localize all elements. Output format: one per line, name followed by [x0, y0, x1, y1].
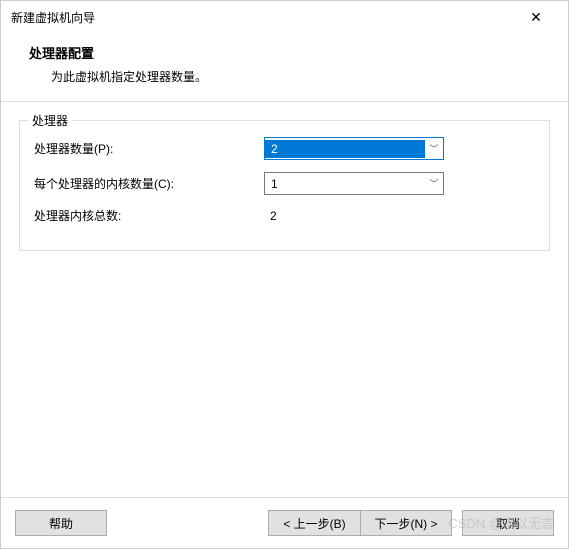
back-button[interactable]: < 上一步(B) [268, 510, 360, 536]
chevron-down-icon: ﹀ [425, 138, 443, 159]
cores-value: 1 [265, 175, 425, 193]
groupbox-label: 处理器 [28, 112, 72, 129]
cores-combo[interactable]: 1 ﹀ [264, 172, 444, 195]
processors-label: 处理器数量(P): [34, 140, 264, 157]
cancel-button[interactable]: 取消 [462, 510, 554, 536]
next-button[interactable]: 下一步(N) > [360, 510, 452, 536]
total-value: 2 [264, 209, 277, 223]
window-title: 新建虚拟机向导 [11, 9, 95, 26]
help-button[interactable]: 帮助 [15, 510, 107, 536]
nav-button-group: < 上一步(B) 下一步(N) > [268, 510, 452, 536]
page-subtitle: 为此虚拟机指定处理器数量。 [51, 68, 540, 85]
processor-groupbox: 处理器 处理器数量(P): 2 ﹀ 每个处理器的内核数量(C): 1 ﹀ 处理器… [19, 120, 550, 251]
chevron-down-icon: ﹀ [425, 173, 443, 194]
close-icon: ✕ [530, 9, 542, 26]
cores-row: 每个处理器的内核数量(C): 1 ﹀ [34, 172, 535, 195]
page-title: 处理器配置 [29, 43, 540, 62]
wizard-footer: 帮助 < 上一步(B) 下一步(N) > 取消 [1, 497, 568, 548]
total-label: 处理器内核总数: [34, 207, 264, 224]
content-area: 处理器 处理器数量(P): 2 ﹀ 每个处理器的内核数量(C): 1 ﹀ 处理器… [1, 102, 568, 251]
titlebar: 新建虚拟机向导 ✕ [1, 1, 568, 33]
processors-row: 处理器数量(P): 2 ﹀ [34, 137, 535, 160]
close-button[interactable]: ✕ [516, 3, 556, 31]
total-row: 处理器内核总数: 2 [34, 207, 535, 224]
wizard-header: 处理器配置 为此虚拟机指定处理器数量。 [1, 33, 568, 101]
processors-combo[interactable]: 2 ﹀ [264, 137, 444, 160]
cores-label: 每个处理器的内核数量(C): [34, 175, 264, 192]
processors-value: 2 [265, 140, 425, 158]
